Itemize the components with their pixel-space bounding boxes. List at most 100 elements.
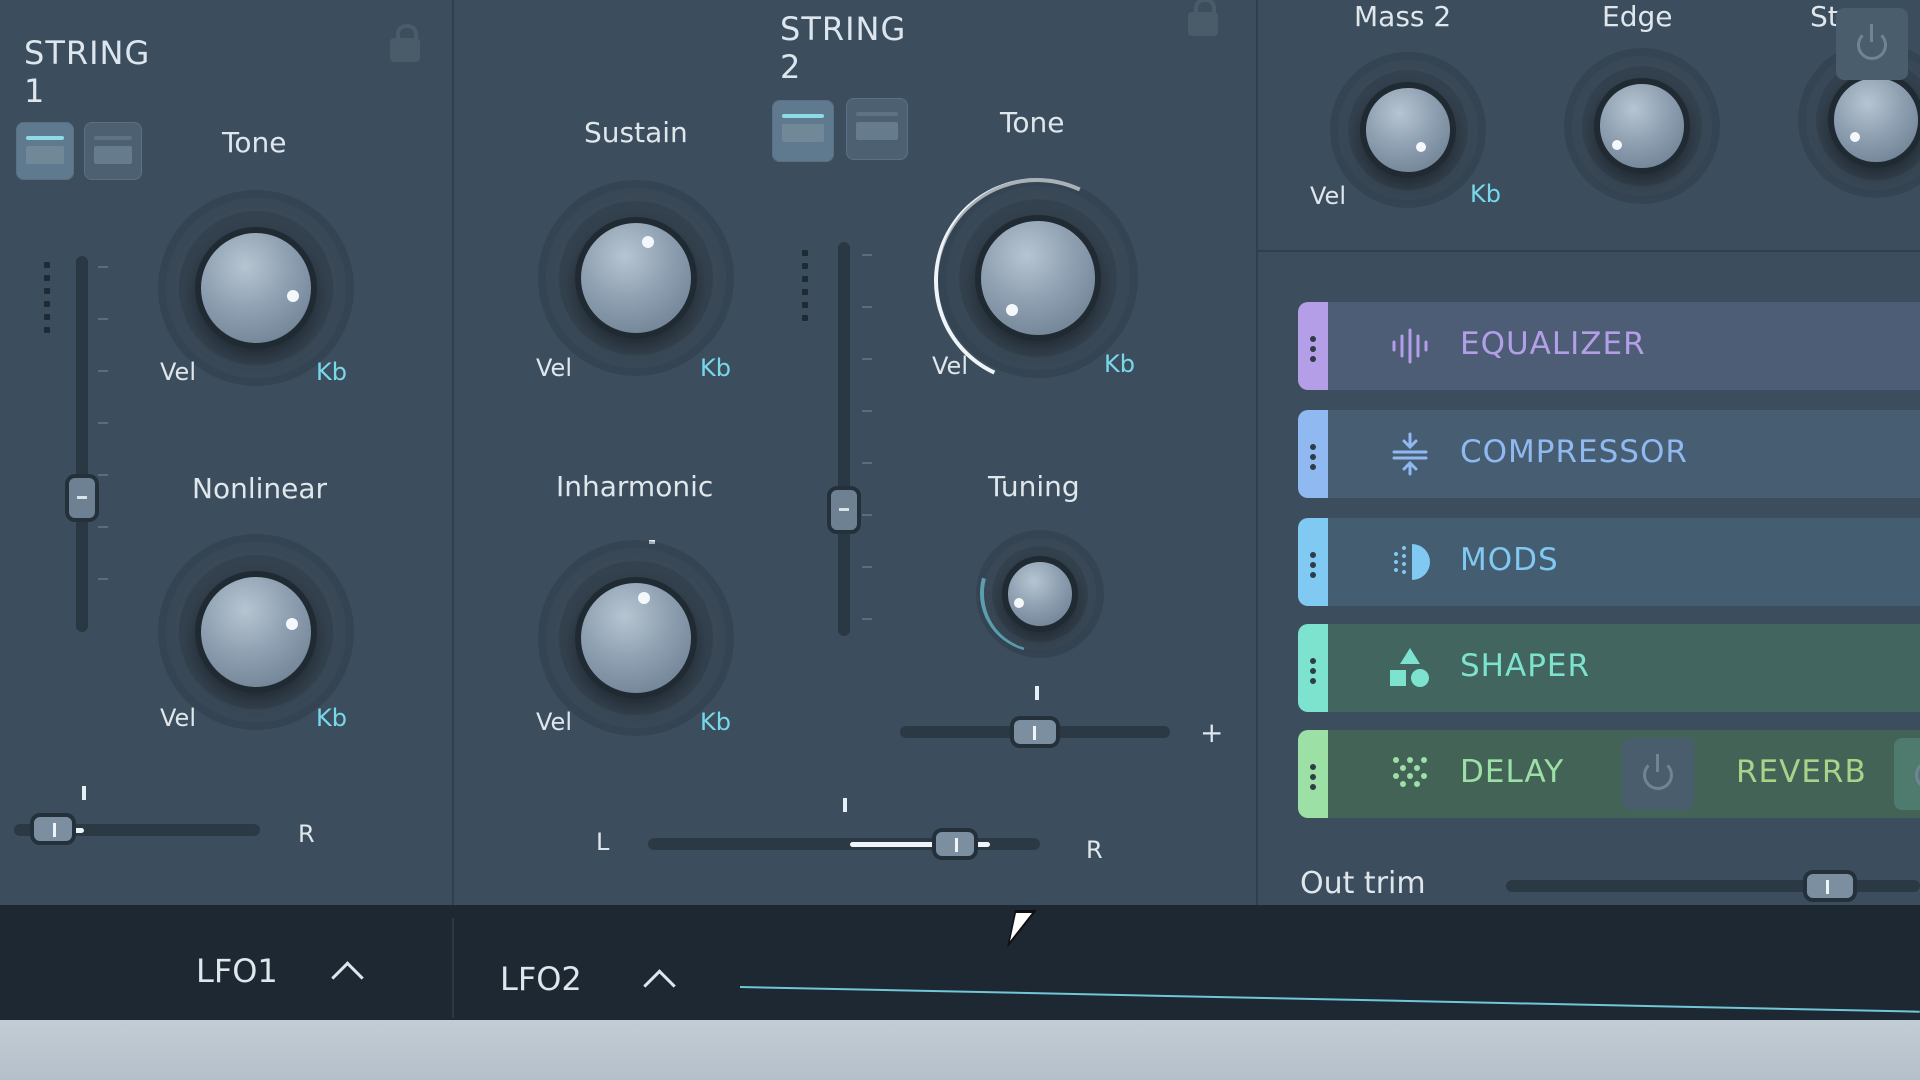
string2-mode-button-2[interactable]	[846, 98, 908, 160]
string1-pan-right-label: R	[298, 820, 315, 848]
string1-mode-button-2[interactable]	[84, 122, 142, 180]
fx-row-compressor[interactable]: COMPRESSOR	[1298, 8, 1920, 498]
fx-body: COMPRESSOR	[1328, 8, 1920, 498]
reverb-power-icon[interactable]	[1894, 738, 1920, 810]
lfo-divider	[452, 918, 454, 1018]
section-divider	[1258, 250, 1920, 252]
knob-indicator	[287, 290, 299, 302]
string2-pan-center-mark	[843, 798, 847, 812]
mode-indicator-block	[856, 122, 898, 140]
string2-inharmonic-vel-label: Vel	[536, 708, 572, 736]
section-divider	[1256, 0, 1258, 930]
string2-tuning-label: Tuning	[988, 470, 1080, 503]
string1-mode-button-1[interactable]	[16, 122, 74, 180]
string1-nonlinear-kb-label: Kb	[316, 704, 347, 732]
fx-label: EQUALIZER	[1460, 326, 1646, 362]
lfo1-tab[interactable]: LFO1	[196, 952, 278, 990]
knob-indicator	[1014, 598, 1024, 608]
string2-pan-right-label: R	[1086, 836, 1103, 864]
fx-label: DELAY	[1460, 754, 1565, 790]
mode-indicator-line	[26, 136, 64, 140]
string2-sustain-kb-label: Kb	[700, 354, 731, 382]
string2-tuning-knob[interactable]	[984, 538, 1096, 650]
edge-label: Edge	[1602, 0, 1673, 33]
string1-nonlinear-label: Nonlinear	[192, 472, 328, 505]
mode-indicator-block	[782, 124, 824, 142]
fx-body: EQUALIZER	[1328, 302, 1920, 390]
string2-mode-button-1[interactable]	[772, 100, 834, 162]
string1-level-dots	[44, 262, 50, 340]
string1-tone-knob[interactable]	[166, 198, 346, 378]
string1-pan-thumb[interactable]	[30, 813, 76, 845]
out-trim-thumb[interactable]	[1803, 870, 1857, 902]
string1-level-slider[interactable]	[76, 256, 88, 632]
knob-indicator	[1006, 304, 1018, 316]
string2-sustain-knob[interactable]	[546, 188, 726, 368]
drag-handle-icon[interactable]	[1298, 730, 1328, 818]
fx-label: MODS	[1460, 542, 1559, 578]
drag-handle-icon[interactable]	[1298, 410, 1328, 498]
lock-icon[interactable]	[390, 24, 420, 62]
edge-knob[interactable]	[1572, 56, 1712, 196]
shaper-icon	[1390, 648, 1429, 687]
string2-inharmonic-knob[interactable]	[546, 548, 726, 728]
string1-tone-vel-label: Vel	[160, 358, 196, 386]
knob-indicator	[286, 618, 298, 630]
out-trim-slider[interactable]	[1506, 880, 1920, 892]
inharmonic-center-mark	[649, 540, 655, 544]
mode-indicator-block	[94, 146, 132, 164]
string2-level-slider[interactable]	[838, 242, 850, 636]
synth-app: STRING 1 Tone Vel Kb Nonlinear Vel Kb R …	[0, 0, 1920, 1080]
fx-body: SHAPER	[1328, 624, 1920, 712]
mode-indicator-line	[856, 112, 898, 116]
knob-indicator	[642, 236, 654, 248]
mods-icon	[1394, 544, 1430, 580]
mass2-knob[interactable]	[1338, 60, 1478, 200]
string2-level-dots	[802, 250, 808, 328]
string2-tuning-thumb[interactable]	[1010, 716, 1060, 748]
string2-tone-kb-label: Kb	[1104, 350, 1135, 378]
string2-inharmonic-kb-label: Kb	[700, 708, 731, 736]
string2-pan-thumb[interactable]	[931, 828, 978, 860]
tuning-center-mark	[1035, 686, 1039, 700]
drag-handle-icon[interactable]	[1298, 302, 1328, 390]
knob-indicator	[1612, 140, 1622, 150]
fx-row-equalizer[interactable]: EQUALIZER	[1298, 302, 1920, 390]
drag-handle-icon[interactable]	[1298, 624, 1328, 712]
mass2-kb-label: Kb	[1470, 180, 1501, 208]
lock-icon[interactable]	[1188, 0, 1218, 36]
drag-handle-icon[interactable]	[1298, 518, 1328, 606]
string2-tone-label: Tone	[1000, 106, 1065, 139]
fx-label: SHAPER	[1460, 648, 1591, 684]
fx-body: DELAY REVERB	[1328, 730, 1920, 818]
mass2-vel-label: Vel	[1310, 182, 1346, 210]
compressor-icon	[1392, 432, 1428, 476]
reverb-label[interactable]: REVERB	[1736, 754, 1867, 790]
string1-tone-label: Tone	[222, 126, 287, 159]
string1-nonlinear-vel-label: Vel	[160, 704, 196, 732]
mode-indicator-line	[782, 114, 824, 118]
fx-row-mods[interactable]: MODS	[1298, 518, 1920, 606]
delay-power-button[interactable]	[1622, 738, 1694, 810]
lfo-bar	[0, 905, 1920, 1020]
string2-level-thumb[interactable]	[827, 486, 861, 534]
knob-indicator	[638, 592, 650, 604]
fx-label: COMPRESSOR	[1460, 434, 1688, 470]
string1-title: STRING 1	[24, 34, 151, 110]
string2-inharmonic-label: Inharmonic	[556, 470, 714, 503]
string2-sustain-label: Sustain	[584, 116, 688, 149]
fx-row-shaper[interactable]: SHAPER	[1298, 624, 1920, 712]
string1-tone-kb-label: Kb	[316, 358, 347, 386]
string2-sustain-vel-label: Vel	[536, 354, 572, 382]
mass2-label: Mass 2	[1354, 0, 1452, 33]
mode-indicator-line	[94, 136, 132, 140]
string1-nonlinear-knob[interactable]	[166, 542, 346, 722]
string1-level-thumb[interactable]	[65, 474, 99, 522]
section-divider	[452, 0, 454, 1015]
string2-pan-left-label: L	[596, 828, 610, 856]
lfo2-tab[interactable]: LFO2	[500, 960, 582, 998]
knob-indicator	[1416, 142, 1426, 152]
string2-tone-knob[interactable]	[946, 186, 1130, 370]
mode-indicator-block	[26, 146, 64, 164]
fx-row-delay-reverb[interactable]: DELAY REVERB	[1298, 730, 1920, 818]
